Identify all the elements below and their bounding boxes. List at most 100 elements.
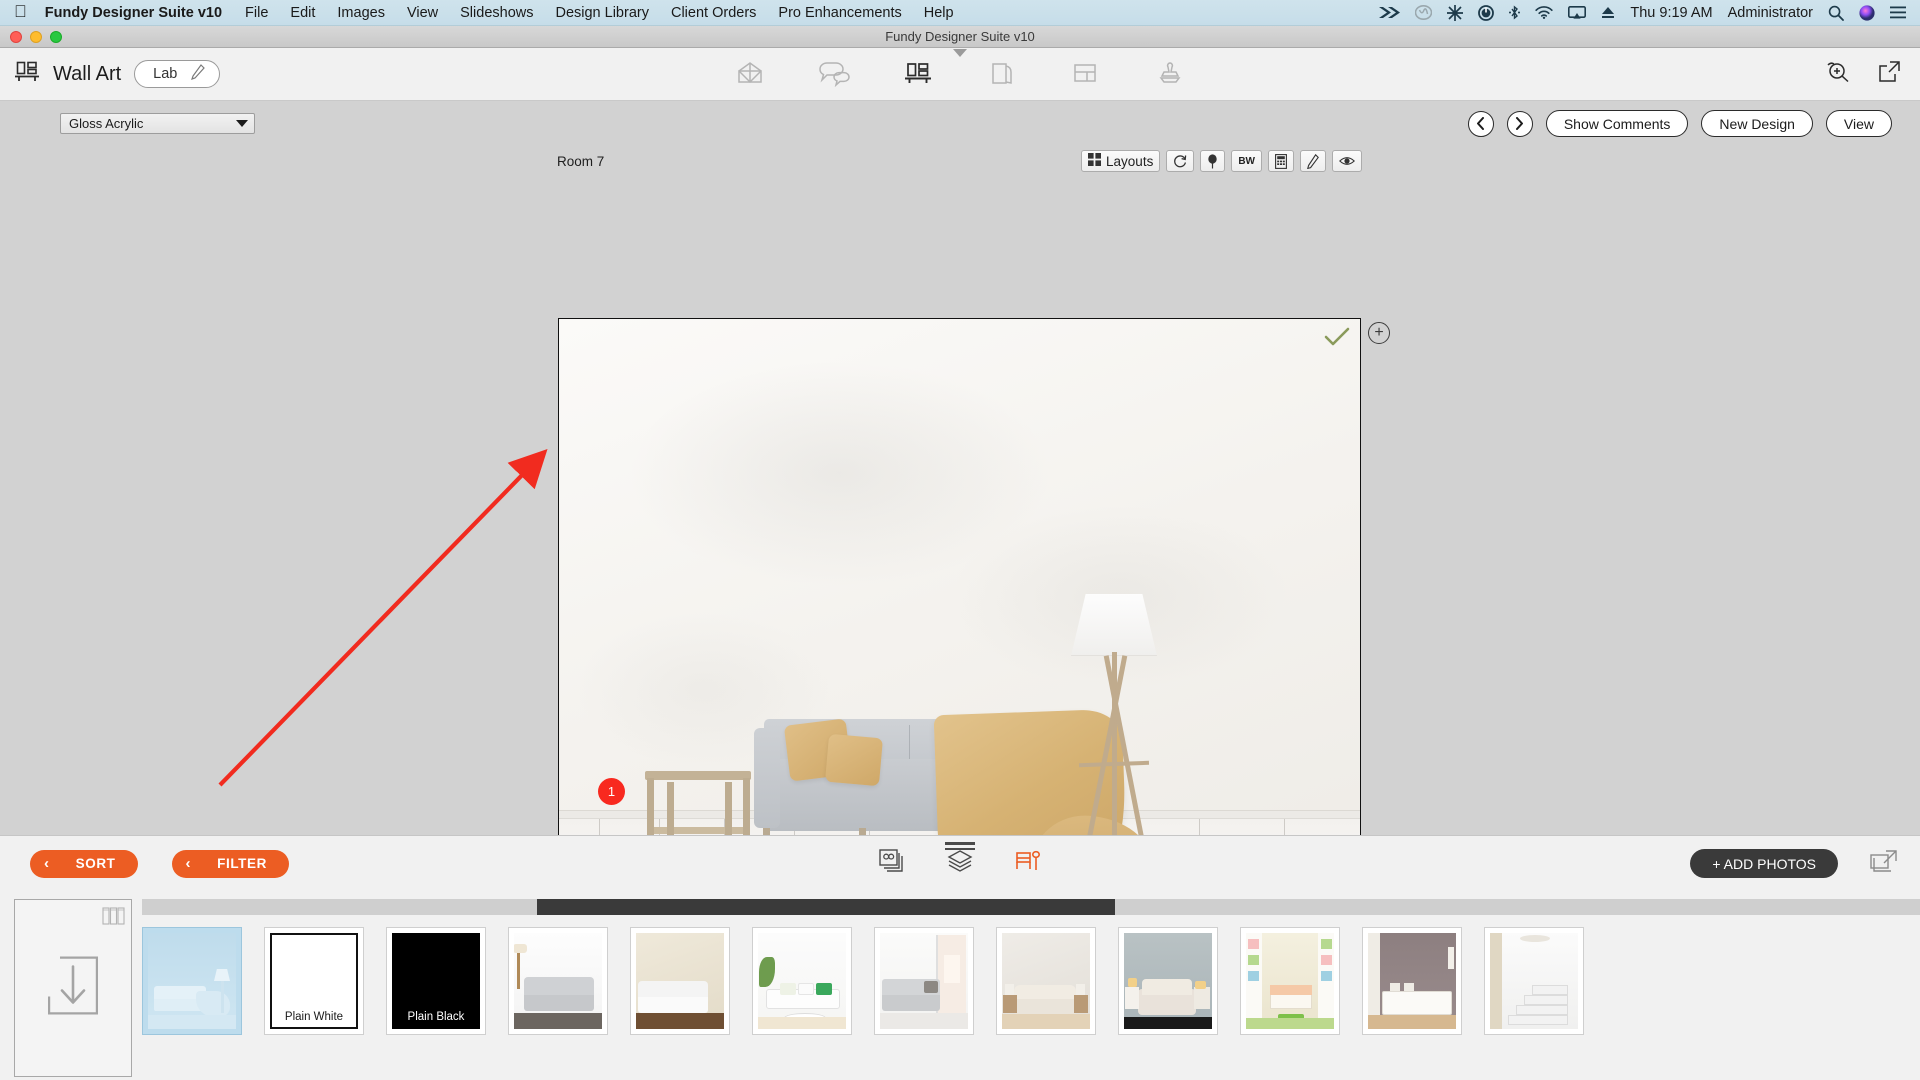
export-image-icon[interactable] (1870, 849, 1898, 878)
menu-item-slideshows[interactable]: Slideshows (449, 5, 544, 21)
pencil-icon[interactable] (191, 64, 206, 84)
wall-art-icon[interactable] (14, 60, 40, 89)
thumbnail-list: Plain White Plain Black (142, 927, 1584, 1035)
new-design-button[interactable]: New Design (1701, 110, 1813, 137)
eject-icon[interactable] (1601, 6, 1615, 19)
search-icon[interactable] (1828, 5, 1844, 21)
view-button[interactable]: View (1825, 110, 1892, 137)
snowflake-icon[interactable] (1447, 4, 1464, 21)
balloon-pin-icon[interactable] (1200, 150, 1226, 172)
sort-label: SORT (75, 856, 116, 871)
menu-item-images[interactable]: Images (326, 5, 396, 21)
layers-icon[interactable] (947, 849, 973, 878)
list-item[interactable]: Plain Black (386, 927, 486, 1035)
room-label: Room 7 (557, 153, 605, 169)
menu-item-design-library[interactable]: Design Library (544, 5, 660, 21)
list-item[interactable] (874, 927, 974, 1035)
book-spines-icon (102, 905, 126, 932)
layouts-button[interactable]: Layouts (1081, 150, 1161, 172)
menu-item-file[interactable]: File (234, 5, 279, 21)
design-canvas-area: Room 7 Layouts BW + 1 (0, 146, 1920, 937)
refresh-icon[interactable] (1166, 150, 1195, 172)
lab-label: Lab (153, 66, 178, 82)
stamp-icon[interactable] (1153, 59, 1187, 89)
list-item[interactable] (142, 927, 242, 1035)
menu-status-area: Thu 9:19 AM Administrator (1379, 4, 1912, 21)
airplay-icon[interactable] (1568, 5, 1587, 20)
wifi-icon[interactable] (1535, 6, 1554, 19)
list-item[interactable] (752, 927, 852, 1035)
add-photos-button[interactable]: + ADD PHOTOS (1690, 849, 1838, 878)
mode-label: Wall Art (53, 62, 122, 85)
menu-item-view[interactable]: View (396, 5, 449, 21)
control-center-icon[interactable] (1890, 6, 1906, 19)
scrollbar-thumb[interactable] (537, 899, 1115, 915)
wall-art-icon[interactable] (901, 59, 935, 89)
drop-zone[interactable] (14, 899, 132, 1077)
menu-item-client-orders[interactable]: Client Orders (660, 5, 767, 21)
list-item[interactable] (630, 927, 730, 1035)
siri-icon[interactable] (1859, 4, 1875, 21)
thumbnail-caption: Plain White (284, 1011, 344, 1023)
show-comments-button[interactable]: Show Comments (1545, 110, 1689, 137)
grid-four-icon (1088, 153, 1102, 169)
creative-cloud-icon[interactable] (1415, 5, 1433, 20)
mode-block: Wall Art Lab (0, 60, 221, 89)
thumbnail-caption: Plain Black (407, 1011, 465, 1023)
bw-toggle-button[interactable]: BW (1231, 150, 1262, 172)
window-title-bar: Fundy Designer Suite v10 (0, 26, 1920, 48)
canvas-header: Room 7 Layouts BW (557, 147, 1362, 175)
speech-bubbles-icon[interactable] (817, 59, 851, 89)
list-item[interactable]: Plain White (264, 927, 364, 1035)
list-item[interactable] (508, 927, 608, 1035)
export-arrow-icon[interactable] (1878, 60, 1900, 88)
sort-button[interactable]: ‹ SORT (30, 849, 138, 878)
search-zoom-icon[interactable] (1826, 61, 1852, 88)
menu-clock[interactable]: Thu 9:19 AM (1630, 5, 1712, 21)
power-circle-icon[interactable] (1478, 4, 1495, 21)
apple-logo-icon[interactable]:  (8, 3, 39, 22)
fast-forward-icon[interactable] (1379, 6, 1401, 19)
menu-app-name[interactable]: Fundy Designer Suite v10 (39, 5, 234, 21)
horizontal-scrollbar[interactable] (142, 899, 1920, 915)
menu-item-help[interactable]: Help (913, 5, 965, 21)
plus-circle-icon[interactable]: + (1368, 322, 1390, 344)
toolbar-right-icons (1826, 60, 1920, 88)
menu-user-name[interactable]: Administrator (1728, 5, 1813, 21)
design-nav-controls: Show Comments New Design View (1467, 110, 1920, 137)
eye-icon[interactable] (1332, 150, 1362, 172)
chevron-down-icon (236, 120, 248, 127)
window-title: Fundy Designer Suite v10 (885, 29, 1035, 44)
comment-marker[interactable]: 1 (598, 778, 625, 805)
macos-menu-bar:  Fundy Designer Suite v10 File Edit Ima… (0, 0, 1920, 26)
menu-item-pro-enhancements[interactable]: Pro Enhancements (767, 5, 912, 21)
material-and-actions-bar: Gloss Acrylic Show Comments New Design V… (0, 101, 1920, 146)
chevron-left-icon: ‹ (185, 855, 192, 872)
list-item[interactable] (996, 927, 1096, 1035)
bluetooth-icon[interactable] (1509, 5, 1521, 20)
drag-handle-icon[interactable] (945, 842, 975, 853)
book-pages-icon[interactable] (985, 59, 1019, 89)
room-scene-icon[interactable] (1015, 849, 1041, 878)
chevron-left-icon: ‹ (44, 855, 50, 872)
lab-selector[interactable]: Lab (134, 60, 221, 88)
calculator-icon[interactable] (1268, 150, 1294, 172)
material-dropdown[interactable]: Gloss Acrylic (60, 113, 255, 134)
list-item[interactable] (1484, 927, 1584, 1035)
material-dropdown-value: Gloss Acrylic (69, 116, 144, 131)
next-design-button[interactable] (1506, 110, 1533, 137)
toolbar-center-icons (733, 49, 1187, 89)
photo-stack-icon[interactable] (879, 849, 905, 878)
filter-button[interactable]: ‹ FILTER (171, 849, 289, 878)
layout-grid-icon[interactable] (1069, 59, 1103, 89)
list-item[interactable] (1362, 927, 1462, 1035)
list-item[interactable] (1240, 927, 1340, 1035)
check-mark-icon[interactable] (1324, 327, 1350, 352)
list-item[interactable] (1118, 927, 1218, 1035)
filmstrip-scroll-region[interactable]: Plain White Plain Black (132, 891, 1920, 1080)
album-icon[interactable] (733, 59, 767, 89)
previous-design-button[interactable] (1467, 110, 1494, 137)
menu-item-edit[interactable]: Edit (279, 5, 326, 21)
pencil-icon[interactable] (1300, 150, 1326, 172)
library-bottom-bar: ‹ SORT ‹ FILTER + ADD PHOTOS (0, 835, 1920, 891)
